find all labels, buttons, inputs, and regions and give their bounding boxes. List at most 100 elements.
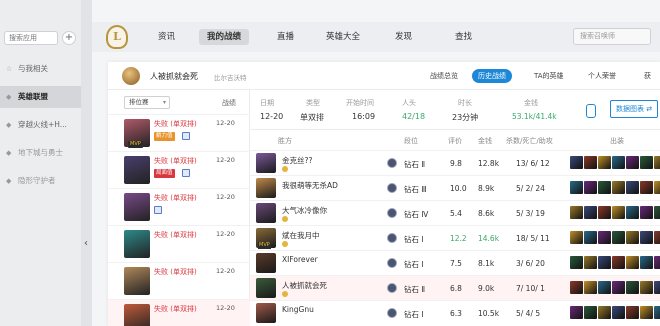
player-name[interactable]: 大气冰冷像你 (282, 205, 327, 216)
item-icon[interactable] (626, 206, 639, 219)
item-icon[interactable] (640, 281, 653, 294)
item-icon[interactable] (570, 156, 583, 169)
tab-my-record[interactable]: 我的战绩 (199, 29, 250, 45)
item-icon[interactable] (612, 156, 625, 169)
item-icon[interactable] (612, 231, 625, 244)
tab-live[interactable]: 直播 (269, 29, 302, 45)
item-icon[interactable] (626, 231, 639, 244)
tab-history[interactable]: 历史战绩 (472, 69, 512, 83)
player-name[interactable]: KingGnu (282, 305, 314, 314)
tab-news[interactable]: 资讯 (150, 29, 183, 45)
item-icon[interactable] (654, 306, 660, 319)
item-icon[interactable] (612, 281, 625, 294)
item-icon[interactable] (584, 231, 597, 244)
tab-discover[interactable]: 发现 (387, 29, 420, 45)
item-icon[interactable] (570, 306, 583, 319)
item-icon[interactable] (584, 281, 597, 294)
sidebar-item-cf[interactable]: ◆ 穿越火线+H... (0, 114, 82, 136)
item-icon[interactable] (584, 306, 597, 319)
item-icon[interactable] (654, 281, 660, 294)
item-icon[interactable] (654, 181, 660, 194)
add-app-button[interactable]: + (62, 31, 76, 45)
data-chart-button[interactable]: 数据图表 ⇄ (610, 100, 658, 118)
match-date: 12-20 (216, 193, 235, 201)
queue-filter-select[interactable]: 排位赛 ▾ (124, 96, 170, 109)
player-name[interactable]: XIForever (282, 255, 318, 264)
match-list-item[interactable]: 失败 (单双排) 12-20 (108, 188, 250, 225)
tab-champions[interactable]: 英雄大全 (318, 29, 368, 45)
sidebar-item-related[interactable]: ☆ 与我相关 (0, 58, 82, 80)
item-icon[interactable] (598, 281, 611, 294)
tab-champions-played[interactable]: TA的英雄 (528, 69, 570, 83)
item-build (570, 281, 660, 295)
app-search-input[interactable]: 搜索应用 (4, 31, 58, 45)
item-icon[interactable] (570, 281, 583, 294)
match-list-item[interactable]: 失败 (单双排) 12-20 (108, 299, 250, 326)
summoner-search-input[interactable]: 搜索召唤师 (573, 28, 651, 45)
item-icon[interactable] (598, 231, 611, 244)
item-icon[interactable] (654, 206, 660, 219)
team-icon (154, 206, 162, 214)
item-icon[interactable] (640, 306, 653, 319)
item-icon[interactable] (570, 231, 583, 244)
avatar[interactable] (122, 67, 140, 85)
item-icon[interactable] (654, 156, 660, 169)
item-icon[interactable] (640, 156, 653, 169)
item-icon[interactable] (640, 181, 653, 194)
table-row[interactable]: XIForever 钻石 Ⅰ 7.5 8.1k 3/ 6/ 20 (250, 250, 660, 275)
champion-portrait (256, 178, 276, 198)
item-icon[interactable] (640, 256, 653, 269)
item-icon[interactable] (640, 206, 653, 219)
table-row[interactable]: 金克丝?? 钻石 Ⅱ 9.8 12.8k 13/ 6/ 12 (250, 150, 660, 175)
summoner-name: 人被抓就会死 (150, 72, 198, 81)
item-icon[interactable] (584, 156, 597, 169)
sidebar-item-lol[interactable]: ◆ 英雄联盟 (0, 86, 82, 108)
item-icon[interactable] (626, 306, 639, 319)
table-row[interactable]: 我很萌等无杀AD 钻石 Ⅲ 10.0 8.9k 5/ 2/ 24 (250, 175, 660, 200)
item-icon[interactable] (598, 181, 611, 194)
item-icon[interactable] (584, 181, 597, 194)
tab-honors[interactable]: 个人荣誉 (582, 69, 622, 83)
table-row[interactable]: MVP 斌在我月中 钻石 Ⅰ 12.2 14.6k 18/ 5/ 11 (250, 225, 660, 250)
item-icon[interactable] (584, 256, 597, 269)
item-icon[interactable] (598, 256, 611, 269)
item-icon[interactable] (626, 281, 639, 294)
item-icon[interactable] (570, 256, 583, 269)
item-icon[interactable] (654, 256, 660, 269)
sidebar-item-dnf[interactable]: ◆ 地下城与勇士 (0, 142, 82, 164)
collapse-sidebar-icon[interactable]: ‹ (84, 238, 88, 249)
match-list-item[interactable]: 失败 (单双排) 12-20 (108, 262, 250, 299)
item-icon[interactable] (598, 306, 611, 319)
item-icon[interactable] (626, 156, 639, 169)
item-icon[interactable] (612, 306, 625, 319)
item-icon[interactable] (598, 156, 611, 169)
item-icon[interactable] (612, 206, 625, 219)
tab-overview[interactable]: 战绩总览 (424, 69, 464, 83)
item-icon[interactable] (626, 256, 639, 269)
item-icon[interactable] (654, 231, 660, 244)
player-name[interactable]: 人被抓就会死 (282, 280, 327, 291)
item-icon[interactable] (612, 256, 625, 269)
item-icon[interactable] (626, 181, 639, 194)
match-list-item[interactable]: 失败 (单双排) 12-20 局面值 (108, 151, 250, 188)
tab-more[interactable]: 获 (638, 69, 657, 83)
player-name[interactable]: 我很萌等无杀AD (282, 180, 338, 191)
rank-icon (387, 308, 397, 318)
tab-search[interactable]: 查找 (447, 29, 480, 45)
match-list-item[interactable]: 失败 (单双排) 12-20 (108, 225, 250, 262)
share-icon[interactable] (586, 104, 596, 118)
item-icon[interactable] (570, 206, 583, 219)
match-list-item[interactable]: MVP 失败 (单双排) 12-20 躺力值 (108, 114, 250, 151)
table-row[interactable]: 大气冰冷像你 钻石 Ⅳ 5.4 8.6k 5/ 3/ 19 (250, 200, 660, 225)
table-row[interactable]: KingGnu 钻石 Ⅰ 6.3 10.5k 5/ 4/ 5 (250, 300, 660, 325)
table-row[interactable]: 人被抓就会死 钻石 Ⅱ 6.8 9.0k 7/ 10/ 1 (250, 275, 660, 300)
player-name[interactable]: 斌在我月中 (282, 230, 320, 241)
item-icon[interactable] (598, 206, 611, 219)
sidebar-item-invisible-guardian[interactable]: ◆ 隐形守护者 (0, 170, 82, 192)
item-icon[interactable] (612, 181, 625, 194)
player-name[interactable]: 金克丝?? (282, 155, 312, 166)
item-icon[interactable] (640, 231, 653, 244)
item-icon[interactable] (570, 181, 583, 194)
item-icon[interactable] (584, 206, 597, 219)
col-items: 出装 (610, 137, 624, 145)
